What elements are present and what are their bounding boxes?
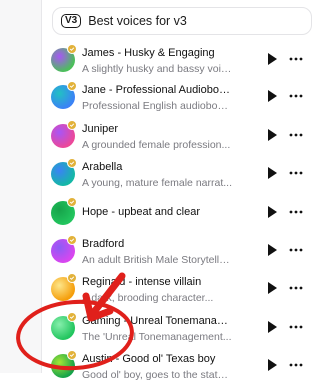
more-options-icon[interactable] bbox=[289, 282, 303, 294]
more-options-icon[interactable] bbox=[289, 53, 303, 65]
play-icon[interactable] bbox=[267, 167, 277, 179]
verified-badge-icon bbox=[67, 197, 77, 207]
verified-badge-icon bbox=[67, 81, 77, 91]
more-options-icon[interactable] bbox=[289, 359, 303, 371]
voice-description: A young, mature female narrat... bbox=[82, 177, 232, 189]
voice-name: Austin - Good ol' Texas boy bbox=[82, 353, 216, 365]
play-icon[interactable] bbox=[267, 129, 277, 141]
voice-filter-selector[interactable]: V3 Best voices for v3 bbox=[52, 7, 312, 35]
voice-name: Reginald - intense villain bbox=[82, 276, 202, 288]
verified-badge-icon bbox=[67, 273, 77, 283]
verified-badge-icon bbox=[67, 120, 77, 130]
left-sidebar-gutter bbox=[0, 0, 42, 373]
verified-badge-icon bbox=[67, 350, 77, 360]
voice-row[interactable]: Austin - Good ol' Texas boy Good ol' boy… bbox=[41, 349, 305, 387]
voice-name: Arabella bbox=[82, 161, 123, 173]
v3-badge: V3 bbox=[61, 14, 82, 28]
voice-description: A slightly husky and bassy voic... bbox=[82, 63, 232, 75]
play-icon[interactable] bbox=[267, 359, 277, 371]
more-options-icon[interactable] bbox=[289, 321, 303, 333]
play-icon[interactable] bbox=[267, 244, 277, 256]
play-icon[interactable] bbox=[267, 321, 277, 333]
voice-description: A dark, brooding character... bbox=[82, 292, 214, 304]
verified-badge-icon bbox=[67, 44, 77, 54]
play-icon[interactable] bbox=[267, 53, 277, 65]
voice-row[interactable]: Gaming - Unreal Tonemanage... The 'Unrea… bbox=[41, 311, 305, 349]
voice-row[interactable]: Arabella A young, mature female narrat..… bbox=[41, 157, 305, 195]
voice-name: Juniper bbox=[82, 123, 119, 135]
voice-name: Gaming - Unreal Tonemanage... bbox=[82, 315, 232, 327]
play-icon[interactable] bbox=[267, 282, 277, 294]
voice-name: Bradford bbox=[82, 238, 125, 250]
verified-badge-icon bbox=[67, 158, 77, 168]
more-options-icon[interactable] bbox=[289, 206, 303, 218]
more-options-icon[interactable] bbox=[289, 244, 303, 256]
voice-description: A grounded female profession... bbox=[82, 139, 231, 151]
verified-badge-icon bbox=[67, 235, 77, 245]
voice-row[interactable]: James - Husky & Engaging A slightly husk… bbox=[41, 43, 305, 81]
play-icon[interactable] bbox=[267, 90, 277, 102]
voice-description: The 'Unreal Tonemanagement... bbox=[82, 331, 232, 343]
voice-description: An adult British Male Storytelle... bbox=[82, 254, 232, 266]
more-options-icon[interactable] bbox=[289, 167, 303, 179]
more-options-icon[interactable] bbox=[289, 90, 303, 102]
voice-name: Hope - upbeat and clear bbox=[82, 206, 201, 218]
voice-description: Good ol' boy, goes to the state... bbox=[82, 369, 232, 381]
voice-row[interactable]: Jane - Professional Audiobook... Profess… bbox=[41, 80, 305, 118]
voice-filter-label: Best voices for v3 bbox=[88, 14, 187, 28]
voice-name: James - Husky & Engaging bbox=[82, 47, 215, 59]
verified-badge-icon bbox=[67, 312, 77, 322]
voice-row[interactable]: Hope - upbeat and clear bbox=[41, 196, 305, 234]
more-options-icon[interactable] bbox=[289, 129, 303, 141]
play-icon[interactable] bbox=[267, 206, 277, 218]
voice-row[interactable]: Bradford An adult British Male Storytell… bbox=[41, 234, 305, 272]
voice-description: Professional English audiobook... bbox=[82, 100, 232, 112]
voice-name: Jane - Professional Audiobook... bbox=[82, 84, 232, 96]
voice-row[interactable]: Reginald - intense villain A dark, brood… bbox=[41, 272, 305, 310]
voice-row[interactable]: Juniper A grounded female profession... bbox=[41, 119, 305, 157]
